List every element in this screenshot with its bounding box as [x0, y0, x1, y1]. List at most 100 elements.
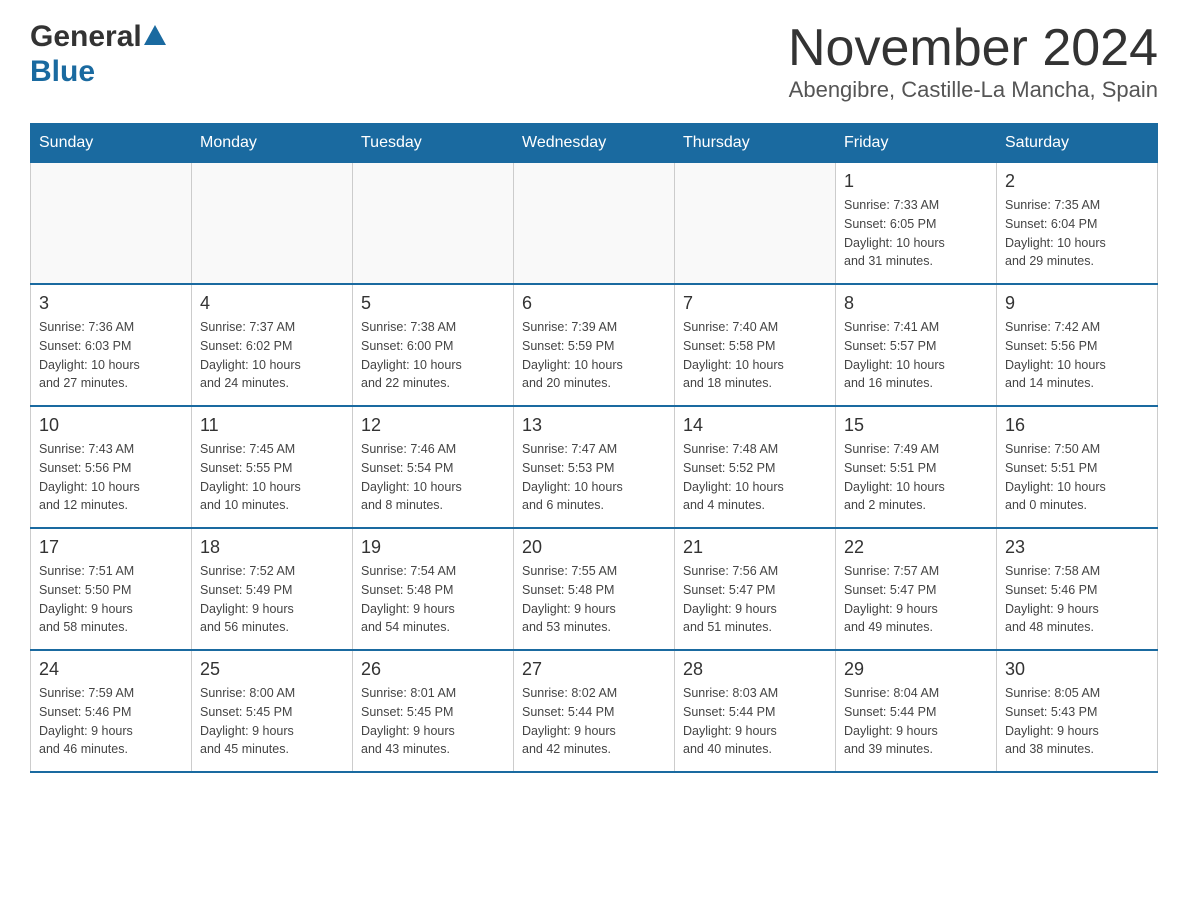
calendar-week-row: 10 Sunrise: 7:43 AM Sunset: 5:56 PM Dayli… — [31, 406, 1158, 528]
col-header-thursday: Thursday — [675, 124, 836, 163]
day-info: Sunrise: 8:00 AM Sunset: 5:45 PM Dayligh… — [200, 684, 344, 759]
day-number: 21 — [683, 537, 827, 558]
calendar-cell — [514, 163, 675, 285]
day-number: 13 — [522, 415, 666, 436]
col-header-friday: Friday — [836, 124, 997, 163]
day-info: Sunrise: 7:39 AM Sunset: 5:59 PM Dayligh… — [522, 318, 666, 393]
calendar-cell: 3 Sunrise: 7:36 AM Sunset: 6:03 PM Daylig… — [31, 284, 192, 406]
col-header-wednesday: Wednesday — [514, 124, 675, 163]
day-number: 6 — [522, 293, 666, 314]
calendar-cell: 28Sunrise: 8:03 AM Sunset: 5:44 PM Dayli… — [675, 650, 836, 772]
day-info: Sunrise: 7:37 AM Sunset: 6:02 PM Dayligh… — [200, 318, 344, 393]
calendar-cell: 7 Sunrise: 7:40 AM Sunset: 5:58 PM Daylig… — [675, 284, 836, 406]
day-number: 27 — [522, 659, 666, 680]
calendar-cell: 5Sunrise: 7:38 AM Sunset: 6:00 PM Daylig… — [353, 284, 514, 406]
calendar-cell: 2 Sunrise: 7:35 AM Sunset: 6:04 PM Daylig… — [997, 163, 1158, 285]
calendar-cell: 30 Sunrise: 8:05 AM Sunset: 5:43 PM Dayli… — [997, 650, 1158, 772]
day-number: 1 — [844, 171, 988, 192]
logo-blue: Blue — [30, 55, 95, 88]
col-header-saturday: Saturday — [997, 124, 1158, 163]
day-info: Sunrise: 7:50 AM Sunset: 5:51 PM Dayligh… — [1005, 440, 1149, 515]
day-number: 22 — [844, 537, 988, 558]
day-number: 11 — [200, 415, 344, 436]
calendar-week-row: 1 Sunrise: 7:33 AM Sunset: 6:05 PM Daylig… — [31, 163, 1158, 285]
calendar-cell: 15Sunrise: 7:49 AM Sunset: 5:51 PM Dayli… — [836, 406, 997, 528]
day-info: Sunrise: 8:05 AM Sunset: 5:43 PM Dayligh… — [1005, 684, 1149, 759]
day-number: 2 — [1005, 171, 1149, 192]
day-number: 25 — [200, 659, 344, 680]
calendar-cell: 29 Sunrise: 8:04 AM Sunset: 5:44 PM Dayli… — [836, 650, 997, 772]
day-number: 23 — [1005, 537, 1149, 558]
calendar-header-row: SundayMondayTuesdayWednesdayThursdayFrid… — [31, 124, 1158, 163]
day-number: 19 — [361, 537, 505, 558]
day-info: Sunrise: 7:49 AM Sunset: 5:51 PM Dayligh… — [844, 440, 988, 515]
day-info: Sunrise: 7:56 AM Sunset: 5:47 PM Dayligh… — [683, 562, 827, 637]
calendar-cell: 23 Sunrise: 7:58 AM Sunset: 5:46 PM Dayli… — [997, 528, 1158, 650]
calendar-cell: 10 Sunrise: 7:43 AM Sunset: 5:56 PM Dayli… — [31, 406, 192, 528]
day-info: Sunrise: 7:43 AM Sunset: 5:56 PM Dayligh… — [39, 440, 183, 515]
day-number: 12 — [361, 415, 505, 436]
calendar-week-row: 17 Sunrise: 7:51 AM Sunset: 5:50 PM Dayli… — [31, 528, 1158, 650]
calendar-cell: 12 Sunrise: 7:46 AM Sunset: 5:54 PM Dayli… — [353, 406, 514, 528]
calendar-cell: 14 Sunrise: 7:48 AM Sunset: 5:52 PM Dayli… — [675, 406, 836, 528]
day-info: Sunrise: 7:58 AM Sunset: 5:46 PM Dayligh… — [1005, 562, 1149, 637]
calendar-cell: 21 Sunrise: 7:56 AM Sunset: 5:47 PM Dayli… — [675, 528, 836, 650]
day-number: 10 — [39, 415, 183, 436]
calendar-cell: 1 Sunrise: 7:33 AM Sunset: 6:05 PM Daylig… — [836, 163, 997, 285]
calendar-cell: 20 Sunrise: 7:55 AM Sunset: 5:48 PM Dayli… — [514, 528, 675, 650]
logo-triangle-icon — [144, 25, 166, 45]
day-number: 20 — [522, 537, 666, 558]
header: General Blue November 2024 Abengibre, Ca… — [30, 20, 1158, 103]
day-info: Sunrise: 7:48 AM Sunset: 5:52 PM Dayligh… — [683, 440, 827, 515]
day-number: 7 — [683, 293, 827, 314]
day-info: Sunrise: 7:46 AM Sunset: 5:54 PM Dayligh… — [361, 440, 505, 515]
col-header-monday: Monday — [192, 124, 353, 163]
calendar-cell — [31, 163, 192, 285]
day-number: 9 — [1005, 293, 1149, 314]
day-info: Sunrise: 7:40 AM Sunset: 5:58 PM Dayligh… — [683, 318, 827, 393]
day-info: Sunrise: 7:33 AM Sunset: 6:05 PM Dayligh… — [844, 196, 988, 271]
day-number: 16 — [1005, 415, 1149, 436]
day-info: Sunrise: 7:35 AM Sunset: 6:04 PM Dayligh… — [1005, 196, 1149, 271]
day-number: 3 — [39, 293, 183, 314]
day-number: 18 — [200, 537, 344, 558]
day-info: Sunrise: 7:41 AM Sunset: 5:57 PM Dayligh… — [844, 318, 988, 393]
day-number: 5 — [361, 293, 505, 314]
day-number: 14 — [683, 415, 827, 436]
day-info: Sunrise: 7:59 AM Sunset: 5:46 PM Dayligh… — [39, 684, 183, 759]
day-number: 28 — [683, 659, 827, 680]
logo-general: General — [30, 20, 142, 55]
calendar-cell — [353, 163, 514, 285]
calendar-cell: 6 Sunrise: 7:39 AM Sunset: 5:59 PM Daylig… — [514, 284, 675, 406]
day-info: Sunrise: 7:47 AM Sunset: 5:53 PM Dayligh… — [522, 440, 666, 515]
day-number: 29 — [844, 659, 988, 680]
day-info: Sunrise: 7:36 AM Sunset: 6:03 PM Dayligh… — [39, 318, 183, 393]
calendar-cell: 25 Sunrise: 8:00 AM Sunset: 5:45 PM Dayli… — [192, 650, 353, 772]
day-info: Sunrise: 8:01 AM Sunset: 5:45 PM Dayligh… — [361, 684, 505, 759]
day-info: Sunrise: 7:54 AM Sunset: 5:48 PM Dayligh… — [361, 562, 505, 637]
day-number: 26 — [361, 659, 505, 680]
calendar-cell: 17 Sunrise: 7:51 AM Sunset: 5:50 PM Dayli… — [31, 528, 192, 650]
calendar-cell: 22 Sunrise: 7:57 AM Sunset: 5:47 PM Dayli… — [836, 528, 997, 650]
calendar-cell: 27Sunrise: 8:02 AM Sunset: 5:44 PM Dayli… — [514, 650, 675, 772]
day-info: Sunrise: 7:45 AM Sunset: 5:55 PM Dayligh… — [200, 440, 344, 515]
month-title: November 2024 — [788, 20, 1158, 77]
calendar-cell: 16 Sunrise: 7:50 AM Sunset: 5:51 PM Dayli… — [997, 406, 1158, 528]
location-title: Abengibre, Castille-La Mancha, Spain — [788, 77, 1158, 103]
day-number: 8 — [844, 293, 988, 314]
calendar-cell: 9Sunrise: 7:42 AM Sunset: 5:56 PM Daylig… — [997, 284, 1158, 406]
day-number: 24 — [39, 659, 183, 680]
day-info: Sunrise: 7:55 AM Sunset: 5:48 PM Dayligh… — [522, 562, 666, 637]
calendar-cell — [192, 163, 353, 285]
day-number: 30 — [1005, 659, 1149, 680]
calendar-table: SundayMondayTuesdayWednesdayThursdayFrid… — [30, 123, 1158, 773]
day-info: Sunrise: 7:57 AM Sunset: 5:47 PM Dayligh… — [844, 562, 988, 637]
day-info: Sunrise: 8:04 AM Sunset: 5:44 PM Dayligh… — [844, 684, 988, 759]
day-number: 17 — [39, 537, 183, 558]
logo: General Blue — [30, 20, 166, 89]
title-area: November 2024 Abengibre, Castille-La Man… — [788, 20, 1158, 103]
calendar-cell: 18Sunrise: 7:52 AM Sunset: 5:49 PM Dayli… — [192, 528, 353, 650]
day-info: Sunrise: 7:51 AM Sunset: 5:50 PM Dayligh… — [39, 562, 183, 637]
calendar-week-row: 3 Sunrise: 7:36 AM Sunset: 6:03 PM Daylig… — [31, 284, 1158, 406]
calendar-cell: 4Sunrise: 7:37 AM Sunset: 6:02 PM Daylig… — [192, 284, 353, 406]
